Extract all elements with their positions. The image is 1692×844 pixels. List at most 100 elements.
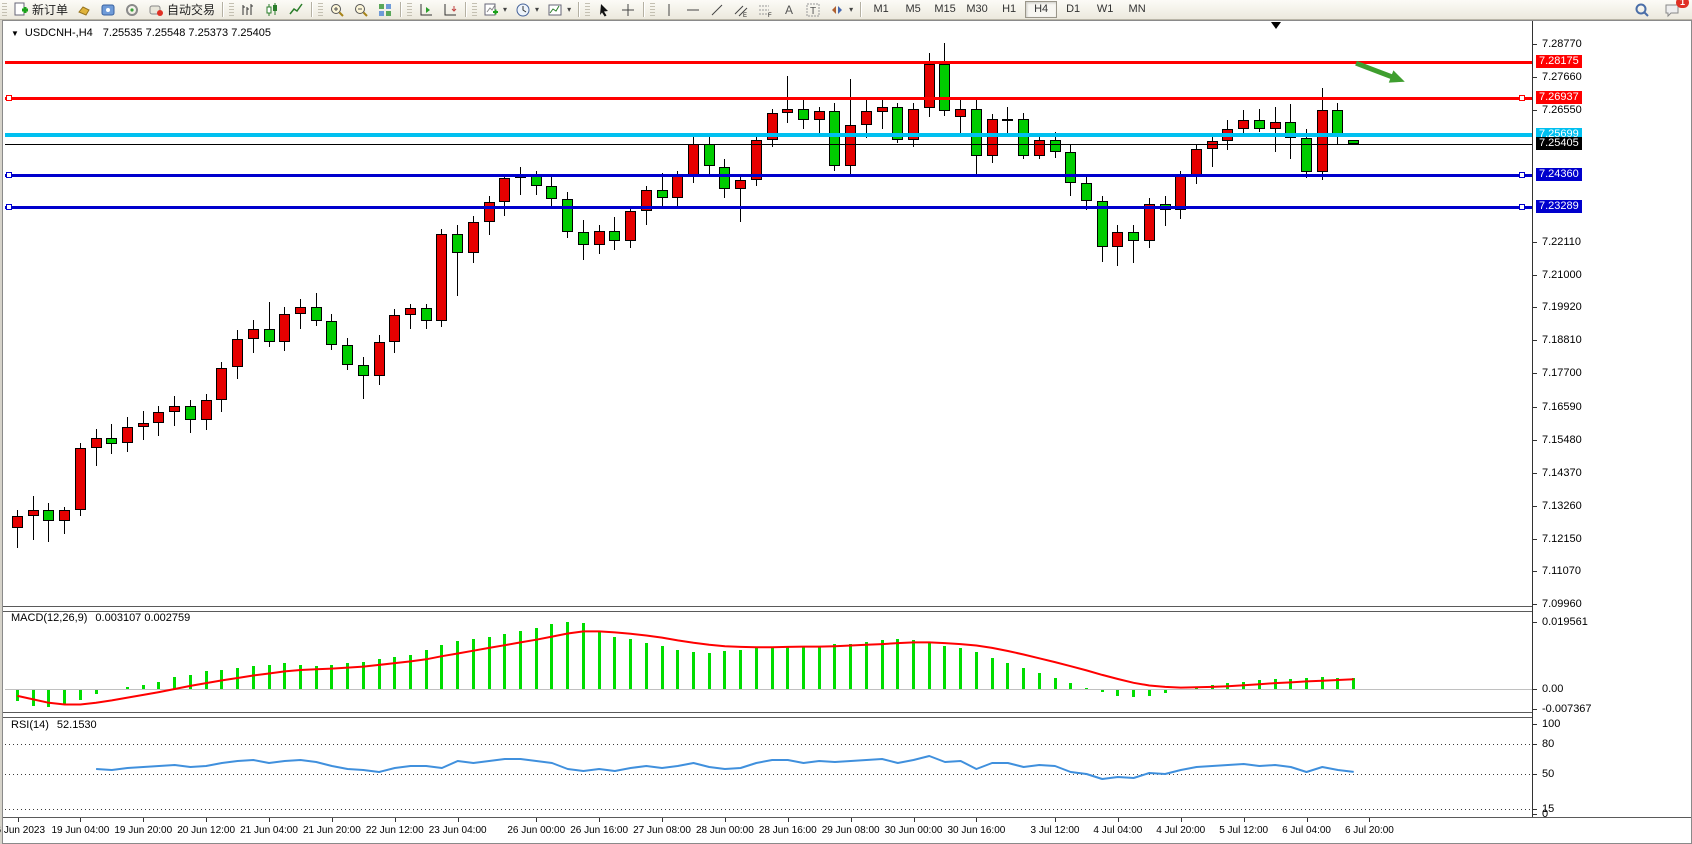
candle-body-down <box>546 186 557 199</box>
macd-axis-label: 0.00 <box>1542 683 1563 695</box>
candle-body-down <box>609 231 620 241</box>
toolbar-group-grip[interactable] <box>650 3 655 17</box>
time-tick <box>1307 818 1308 822</box>
macd-panel[interactable] <box>3 610 1532 713</box>
candle-body-up <box>201 400 212 419</box>
channel-button[interactable]: E <box>729 0 753 19</box>
price-tick-label: 7.14370 <box>1542 467 1582 479</box>
label-t-button[interactable]: T <box>801 0 825 19</box>
candle-body-up <box>436 234 447 322</box>
price-tick-label: 7.16590 <box>1542 401 1582 413</box>
horizontal-level-line[interactable] <box>5 61 1532 64</box>
svg-text:E: E <box>743 13 747 18</box>
toolbar-separator <box>860 2 862 17</box>
toolbar-group-grip[interactable] <box>585 3 590 17</box>
bars-chart-button[interactable] <box>236 0 260 19</box>
candle-body-up <box>735 180 746 189</box>
macd-histogram-bar <box>1054 678 1057 689</box>
text-button[interactable]: A <box>777 0 801 19</box>
horizontal-level-line[interactable] <box>5 174 1532 177</box>
chart-shift-marker[interactable] <box>1271 22 1281 29</box>
price-axis[interactable]: 7.287707.276607.265507.221107.210007.199… <box>1533 21 1691 817</box>
timeframe-mn-button[interactable]: MN <box>1121 1 1153 18</box>
time-tick <box>662 818 663 822</box>
timeframe-w1-button[interactable]: W1 <box>1089 1 1121 18</box>
toolbar-group-grip[interactable] <box>318 3 323 17</box>
current-price-line[interactable] <box>5 144 1532 145</box>
time-label: 20 Jun 12:00 <box>177 825 235 836</box>
svg-text:F: F <box>768 13 772 18</box>
new-order-button[interactable]: 新订单 <box>9 0 72 19</box>
shift-chart-button[interactable] <box>414 0 438 19</box>
autotrade-button[interactable]: 自动交易 <box>144 0 219 19</box>
timeframe-m1-button[interactable]: M1 <box>865 1 897 18</box>
line-handle[interactable] <box>6 95 12 101</box>
rsi-label: RSI(14)52.1530 <box>11 719 97 731</box>
toolbar-group-grip[interactable] <box>229 3 234 17</box>
candle-body-up <box>295 307 306 314</box>
horizontal-level-line[interactable] <box>5 133 1532 137</box>
toolbar-group-grip[interactable] <box>2 3 7 17</box>
candle-wick <box>1165 196 1166 226</box>
search-icon[interactable] <box>1630 0 1654 19</box>
shapes-button[interactable]: ▾ <box>825 0 857 19</box>
price-tick-dash <box>1533 473 1537 474</box>
candle-wick <box>48 503 49 542</box>
market-button[interactable] <box>72 0 96 19</box>
macd-histogram-bar <box>912 640 915 689</box>
candle-body-up <box>924 64 935 109</box>
vline-button[interactable] <box>657 0 681 19</box>
data-window-button[interactable] <box>96 0 120 19</box>
auto-scroll-button[interactable] <box>438 0 462 19</box>
candles-chart-button[interactable] <box>260 0 284 19</box>
timeframe-d1-button[interactable]: D1 <box>1057 1 1089 18</box>
periods-button[interactable]: ▾ <box>511 0 543 19</box>
chevron-down-icon: ▾ <box>849 5 853 14</box>
line-handle[interactable] <box>1519 95 1525 101</box>
template-button[interactable]: ▾ <box>543 0 575 19</box>
horizontal-level-line[interactable] <box>5 97 1532 100</box>
fibo-button[interactable]: F <box>753 0 777 19</box>
zoom-in-button[interactable] <box>325 0 349 19</box>
chart-window[interactable]: ▼ USDCNH-,H4 7.25535 7.25548 7.25373 7.2… <box>2 20 1692 844</box>
signals-button[interactable] <box>120 0 144 19</box>
price-tick-label: 7.22110 <box>1542 236 1581 248</box>
macd-histogram-bar <box>205 671 208 689</box>
macd-histogram-bar <box>1352 678 1355 689</box>
line-handle[interactable] <box>1519 172 1525 178</box>
time-axis[interactable]: 16 Jun 202319 Jun 04:0019 Jun 20:0020 Ju… <box>3 817 1691 842</box>
time-label: 21 Jun 20:00 <box>303 825 361 836</box>
timeframe-m15-button[interactable]: M15 <box>929 1 961 18</box>
tile-windows-button[interactable] <box>373 0 397 19</box>
line-chart-button[interactable] <box>284 0 308 19</box>
trendline-button[interactable] <box>705 0 729 19</box>
notifications-chat-icon[interactable]: 1 <box>1660 0 1684 19</box>
zoom-out-button[interactable] <box>349 0 373 19</box>
line-handle[interactable] <box>6 172 12 178</box>
candle-body-up <box>468 222 479 253</box>
price-tick-label: 7.28770 <box>1542 38 1582 50</box>
timeframe-m30-button[interactable]: M30 <box>961 1 993 18</box>
candle-body-down <box>1128 232 1139 241</box>
macd-histogram-bar <box>268 665 271 689</box>
macd-histogram-bar <box>220 670 223 689</box>
toolbar-group-grip[interactable] <box>407 3 412 17</box>
toolbar-group-grip[interactable] <box>472 3 477 17</box>
crosshair-button[interactable] <box>616 0 640 19</box>
new-chart-button[interactable]: ▾ <box>479 0 511 19</box>
time-tick <box>914 818 915 822</box>
price-chart-area[interactable] <box>3 21 1532 606</box>
price-tick-dash <box>1533 307 1537 308</box>
line-handle[interactable] <box>6 204 12 210</box>
candle-wick <box>1212 134 1213 167</box>
macd-axis-label: 0.019561 <box>1542 616 1588 628</box>
candle-body-up <box>153 412 164 422</box>
horizontal-level-line[interactable] <box>5 206 1532 209</box>
hline-button[interactable] <box>681 0 705 19</box>
cursor-button[interactable] <box>592 0 616 19</box>
timeframe-m5-button[interactable]: M5 <box>897 1 929 18</box>
timeframe-h1-button[interactable]: H1 <box>993 1 1025 18</box>
line-handle[interactable] <box>1519 204 1525 210</box>
rsi-panel[interactable] <box>3 716 1532 817</box>
timeframe-h4-button[interactable]: H4 <box>1025 1 1057 18</box>
